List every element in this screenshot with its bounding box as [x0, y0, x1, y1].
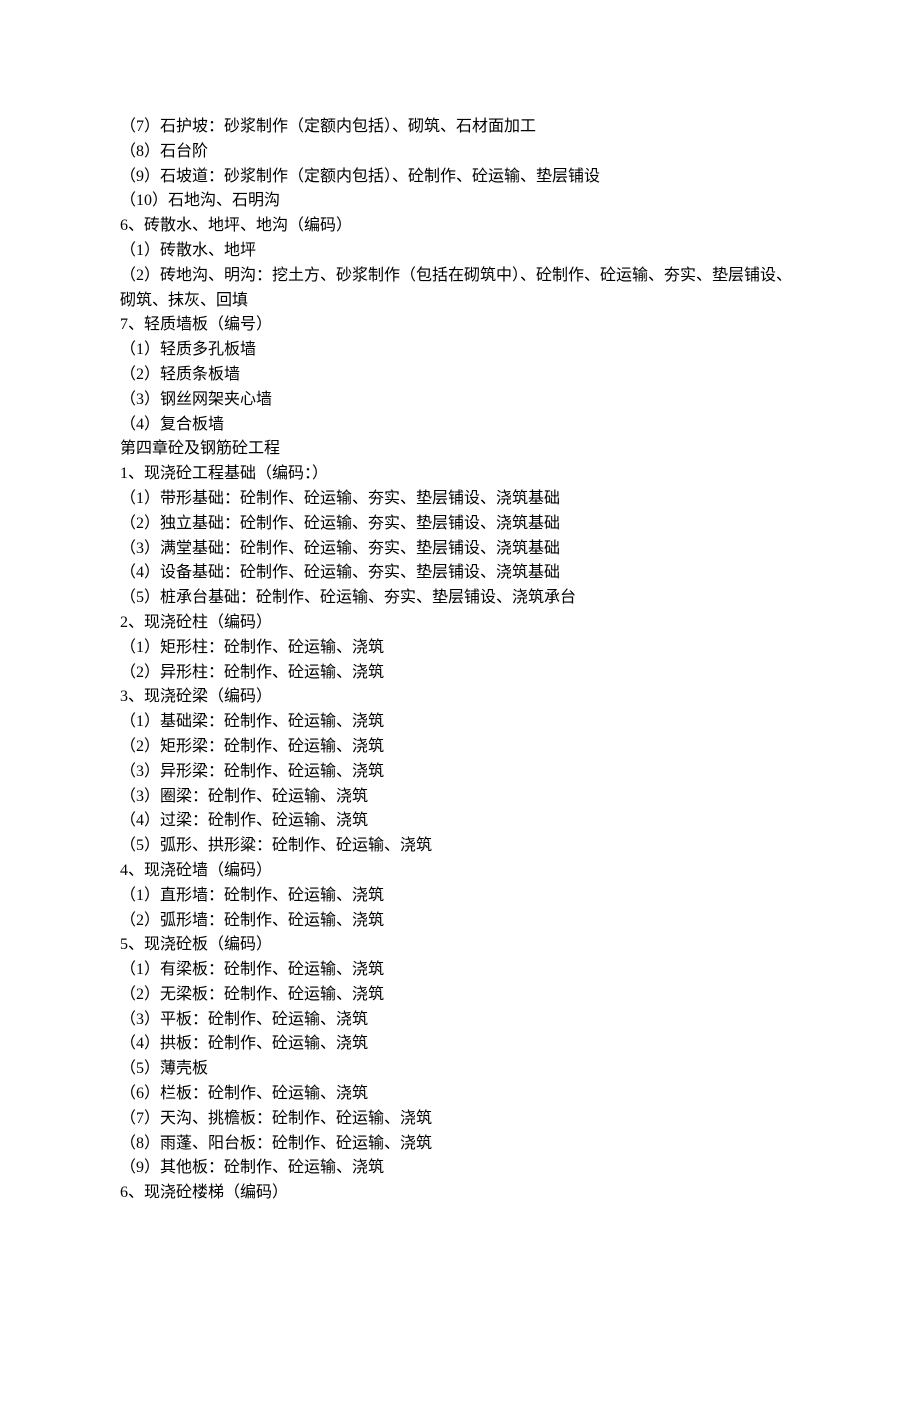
text-line: （9）石坡道：砂浆制作（定额内包括）、砼制作、砼运输、垫层铺设	[120, 165, 800, 190]
text-line: 1、现浇砼工程基础（编码：）	[120, 462, 800, 487]
text-line: （7）天沟、挑檐板：砼制作、砼运输、浇筑	[120, 1107, 800, 1132]
text-line: （3）异形梁：砼制作、砼运输、浇筑	[120, 760, 800, 785]
text-line: （2）砖地沟、明沟：挖土方、砂浆制作（包括在砌筑中）、砼制作、砼运输、夯实、垫层…	[120, 264, 800, 314]
text-line: （3）平板：砼制作、砼运输、浇筑	[120, 1008, 800, 1033]
text-line: 7、轻质墙板（编号）	[120, 313, 800, 338]
text-line: （1）矩形柱：砼制作、砼运输、浇筑	[120, 636, 800, 661]
text-line: （2）轻质条板墙	[120, 363, 800, 388]
text-line: 5、现浇砼板（编码）	[120, 933, 800, 958]
text-line: （5）桩承台基础：砼制作、砼运输、夯实、垫层铺设、浇筑承台	[120, 586, 800, 611]
text-line: （5）薄壳板	[120, 1057, 800, 1082]
text-line: （10）石地沟、石明沟	[120, 189, 800, 214]
text-line: （4）设备基础：砼制作、砼运输、夯实、垫层铺设、浇筑基础	[120, 561, 800, 586]
text-line: （6）栏板：砼制作、砼运输、浇筑	[120, 1082, 800, 1107]
text-line: （2）异形柱：砼制作、砼运输、浇筑	[120, 661, 800, 686]
text-line: （1）砖散水、地坪	[120, 239, 800, 264]
text-line: （4）拱板：砼制作、砼运输、浇筑	[120, 1032, 800, 1057]
text-line: （1）轻质多孔板墙	[120, 338, 800, 363]
text-line: （2）矩形梁：砼制作、砼运输、浇筑	[120, 735, 800, 760]
document-page: （7）石护坡：砂浆制作（定额内包括）、砌筑、石材面加工（8）石台阶（9）石坡道：…	[0, 0, 920, 1406]
text-line: （4）复合板墙	[120, 413, 800, 438]
text-line: （1）有梁板：砼制作、砼运输、浇筑	[120, 958, 800, 983]
text-line: 3、现浇砼梁（编码）	[120, 685, 800, 710]
text-line: （2）无梁板：砼制作、砼运输、浇筑	[120, 983, 800, 1008]
text-line: （4）过梁：砼制作、砼运输、浇筑	[120, 809, 800, 834]
text-line: （2）弧形墙：砼制作、砼运输、浇筑	[120, 909, 800, 934]
text-line: （9）其他板：砼制作、砼运输、浇筑	[120, 1156, 800, 1181]
text-line: 4、现浇砼墙（编码）	[120, 859, 800, 884]
text-line: 2、现浇砼柱（编码）	[120, 611, 800, 636]
text-line: （5）弧形、拱形粱：砼制作、砼运输、浇筑	[120, 834, 800, 859]
text-line: （3）圈梁：砼制作、砼运输、浇筑	[120, 785, 800, 810]
text-line: 第四章砼及钢筋砼工程	[120, 437, 800, 462]
text-line: （2）独立基础：砼制作、砼运输、夯实、垫层铺设、浇筑基础	[120, 512, 800, 537]
text-line: （3）钢丝网架夹心墙	[120, 388, 800, 413]
text-line: （3）满堂基础：砼制作、砼运输、夯实、垫层铺设、浇筑基础	[120, 537, 800, 562]
text-line: （1）直形墙：砼制作、砼运输、浇筑	[120, 884, 800, 909]
text-line: 6、砖散水、地坪、地沟（编码）	[120, 214, 800, 239]
text-line: （8）石台阶	[120, 140, 800, 165]
text-line: （7）石护坡：砂浆制作（定额内包括）、砌筑、石材面加工	[120, 115, 800, 140]
text-line: 6、现浇砼楼梯（编码）	[120, 1181, 800, 1206]
text-line: （8）雨蓬、阳台板：砼制作、砼运输、浇筑	[120, 1132, 800, 1157]
text-line: （1）基础梁：砼制作、砼运输、浇筑	[120, 710, 800, 735]
text-line: （1）带形基础：砼制作、砼运输、夯实、垫层铺设、浇筑基础	[120, 487, 800, 512]
